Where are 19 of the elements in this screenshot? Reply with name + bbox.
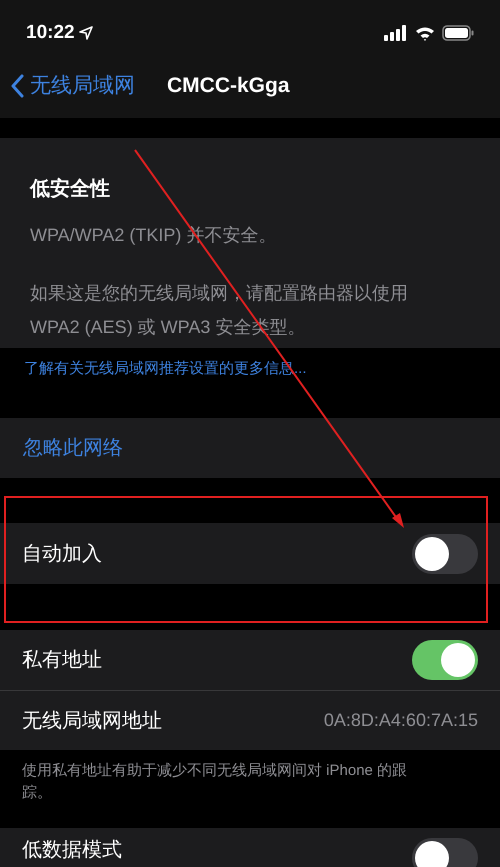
toggle-switch[interactable] bbox=[412, 534, 478, 574]
private-address-note: 使用私有地址有助于减少不同无线局域网间对 iPhone 的跟踪。 bbox=[22, 761, 408, 803]
setting-label: 自动加入 bbox=[22, 542, 102, 566]
wifi-icon bbox=[415, 26, 435, 40]
wifi-address-label: 无线局域网地址 bbox=[22, 708, 162, 734]
signal-icon bbox=[384, 25, 408, 41]
setting-label: 低数据模式 bbox=[22, 838, 122, 862]
location-arrow-icon bbox=[78, 26, 93, 40]
wifi-address-value: 0A:8D:A4:60:7A:15 bbox=[324, 709, 478, 732]
battery-icon bbox=[442, 25, 474, 41]
nav-title: CMCC-kGga bbox=[167, 73, 290, 100]
status-time: 10:22 bbox=[26, 20, 75, 45]
forget-network-button[interactable]: 忽略此网络 bbox=[23, 433, 123, 463]
security-title: 低安全性 bbox=[30, 176, 111, 202]
toggle-switch[interactable] bbox=[412, 838, 478, 867]
setting-label: 私有地址 bbox=[22, 648, 102, 673]
toggle-switch[interactable] bbox=[412, 640, 478, 680]
chevron-left-icon bbox=[10, 74, 24, 98]
back-button[interactable]: 无线局域网 bbox=[10, 70, 135, 102]
